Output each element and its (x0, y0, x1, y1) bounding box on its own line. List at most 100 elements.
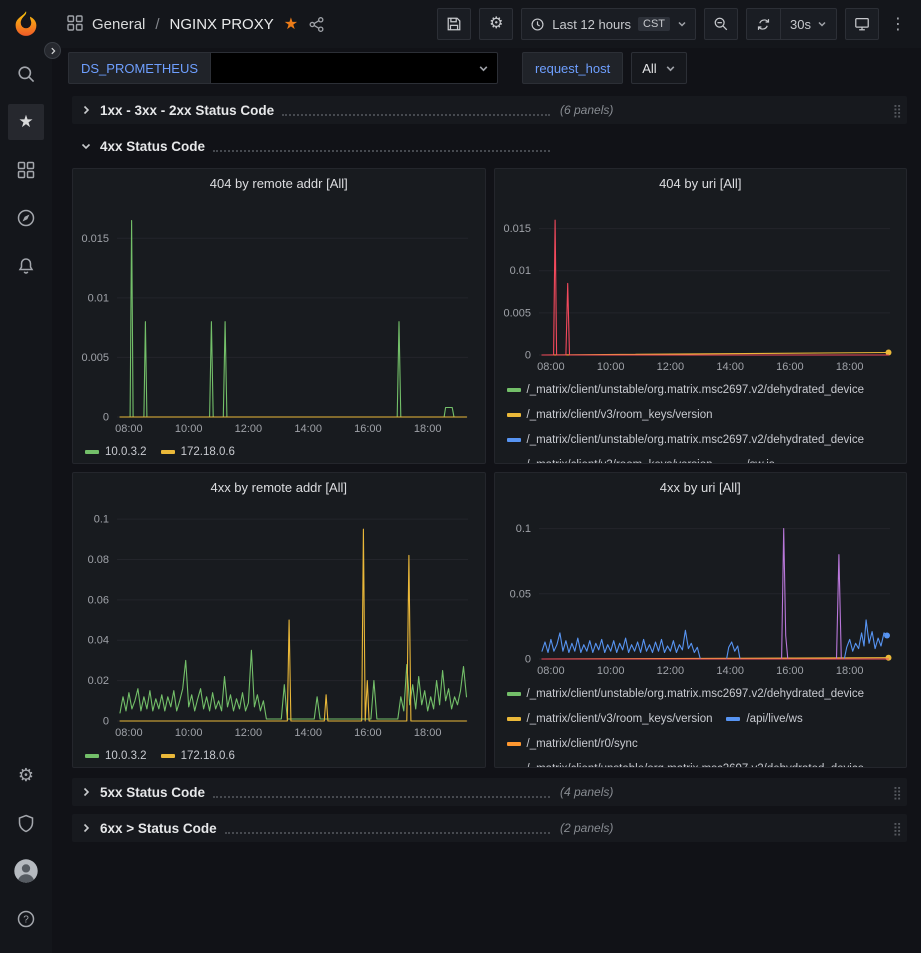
svg-text:12:00: 12:00 (235, 423, 263, 435)
dashboard-settings-button[interactable]: ⚙ (479, 8, 513, 40)
panels-grid: 404 by remote addr [All] 0 0.005 0.01 0.015… (72, 168, 907, 768)
row-title: 1xx - 3xx - 2xx Status Code (100, 103, 274, 118)
svg-text:14:00: 14:00 (294, 727, 322, 739)
legend-item[interactable]: /sw.js (726, 452, 774, 464)
legend-item[interactable]: /_matrix/client/unstable/org.matrix.msc2… (507, 681, 865, 706)
legend-item[interactable]: /_matrix/client/unstable/org.matrix.msc2… (507, 377, 865, 402)
legend-item[interactable]: /api/live/ws (726, 706, 802, 731)
svg-text:16:00: 16:00 (776, 665, 804, 677)
profile-avatar[interactable] (8, 853, 44, 889)
favorite-star-icon[interactable]: ★ (284, 14, 298, 34)
grafana-logo[interactable] (11, 9, 41, 42)
datasource-label[interactable]: DS_PROMETHEUS (68, 52, 210, 84)
legend-item[interactable]: /_matrix/client/v3/room_keys/version (507, 452, 713, 464)
chart-canvas[interactable]: 00.0050.010.01508:0010:0012:0014:0016:00… (73, 197, 485, 437)
apps-grid-icon (66, 14, 84, 35)
explore-compass-icon[interactable] (8, 200, 44, 236)
legend-item[interactable]: /_matrix/client/r0/sync (507, 731, 638, 756)
chart-canvas[interactable]: 00.020.040.060.080.108:0010:0012:0014:00… (73, 501, 485, 741)
breadcrumb-separator: / (155, 16, 159, 33)
row-drag-handle[interactable]: ⣿ (892, 822, 901, 835)
svg-text:18:00: 18:00 (414, 727, 442, 739)
svg-text:0.005: 0.005 (503, 307, 531, 319)
alerting-bell-icon[interactable] (8, 248, 44, 284)
request-host-label[interactable]: request_host (522, 52, 623, 84)
chart-canvas[interactable]: 00.0050.010.01508:0010:0012:0014:0016:00… (495, 197, 907, 375)
svg-text:0: 0 (103, 716, 109, 728)
panel-title[interactable]: 404 by uri [All] (495, 169, 907, 197)
legend-item[interactable]: 10.0.3.2 (85, 439, 147, 464)
dotted-leader (225, 823, 550, 834)
legend-item[interactable]: /_matrix/client/unstable/org.matrix.msc2… (507, 427, 865, 452)
legend-item[interactable]: 172.18.0.6 (161, 439, 235, 464)
svg-text:12:00: 12:00 (656, 361, 684, 373)
search-icon[interactable] (8, 56, 44, 92)
chevron-down-icon (478, 63, 489, 74)
cycle-view-mode-button[interactable] (845, 8, 879, 40)
zoom-out-button[interactable] (704, 8, 738, 40)
help-icon[interactable]: ? (8, 901, 44, 937)
legend-label: 172.18.0.6 (181, 446, 235, 458)
legend-item[interactable]: 172.18.0.6 (161, 743, 235, 768)
datasource-value-select[interactable] (210, 52, 498, 84)
svg-text:14:00: 14:00 (716, 361, 744, 373)
row-1xx-3xx-2xx-status-code[interactable]: 1xx - 3xx - 2xx Status Code (6 panels) ⣿ (72, 96, 907, 124)
chevron-down-icon (80, 140, 92, 152)
svg-text:16:00: 16:00 (354, 727, 382, 739)
row-title: 5xx Status Code (100, 785, 205, 800)
chart-canvas[interactable]: 00.050.108:0010:0012:0014:0016:0018:00 (495, 501, 907, 679)
svg-text:0.05: 0.05 (509, 588, 530, 600)
row-6xx-status-code[interactable]: 6xx > Status Code (2 panels) ⣿ (72, 814, 907, 842)
request-host-value: All (642, 61, 656, 76)
panel-title[interactable]: 404 by remote addr [All] (73, 169, 485, 197)
svg-text:0.1: 0.1 (94, 514, 109, 526)
row-5xx-status-code[interactable]: 5xx Status Code (4 panels) ⣿ (72, 778, 907, 806)
kebab-menu-icon[interactable]: ⋮ (887, 8, 909, 40)
breadcrumb-section[interactable]: General (92, 16, 145, 33)
chevron-right-icon (80, 104, 92, 116)
legend-item[interactable]: 10.0.3.2 (85, 743, 147, 768)
svg-text:14:00: 14:00 (716, 665, 744, 677)
series-color-swatch (161, 754, 175, 758)
legend: 10.0.3.2 172.18.0.6 (73, 437, 485, 464)
svg-text:0.1: 0.1 (515, 523, 530, 535)
save-dashboard-button[interactable] (437, 8, 471, 40)
svg-text:08:00: 08:00 (115, 727, 143, 739)
starred-dashboards-icon[interactable]: ★ (8, 104, 44, 140)
time-range-picker[interactable]: Last 12 hours CST (521, 8, 696, 40)
panel-title[interactable]: 4xx by uri [All] (495, 473, 907, 501)
row-title: 6xx > Status Code (100, 821, 217, 836)
row-4xx-status-code[interactable]: 4xx Status Code (72, 132, 907, 160)
chevron-right-icon (80, 822, 92, 834)
refresh-interval-dropdown[interactable]: 30s (780, 9, 836, 39)
legend-item[interactable]: /_matrix/client/v3/room_keys/version (507, 402, 713, 427)
dashboard-title[interactable]: NGINX PROXY (170, 16, 274, 33)
row-title: 4xx Status Code (100, 139, 205, 154)
chevron-down-icon (665, 63, 676, 74)
sidebar: ★ ⚙ (0, 0, 52, 953)
series-color-swatch (85, 754, 99, 758)
sidebar-bottom: ⚙ ? (8, 757, 44, 953)
dashboards-icon[interactable] (8, 152, 44, 188)
configuration-gear-icon[interactable]: ⚙ (8, 757, 44, 793)
row-drag-handle[interactable]: ⣿ (892, 104, 901, 117)
legend-item[interactable]: /_matrix/client/unstable/org.matrix.msc2… (507, 756, 865, 768)
svg-text:18:00: 18:00 (414, 423, 442, 435)
series-color-swatch (85, 450, 99, 454)
svg-text:0.015: 0.015 (81, 233, 109, 245)
request-host-value-select[interactable]: All (631, 52, 686, 84)
refresh-button[interactable] (747, 9, 780, 39)
svg-text:08:00: 08:00 (115, 423, 143, 435)
panel-title[interactable]: 4xx by remote addr [All] (73, 473, 485, 501)
server-admin-shield-icon[interactable] (8, 805, 44, 841)
row-drag-handle[interactable]: ⣿ (892, 786, 901, 799)
series-color-swatch (161, 450, 175, 454)
expand-sidebar-button[interactable] (44, 42, 61, 59)
legend-item[interactable]: /_matrix/client/v3/room_keys/version (507, 706, 713, 731)
share-icon[interactable] (308, 16, 325, 33)
svg-text:10:00: 10:00 (596, 361, 624, 373)
series-color-swatch (507, 388, 521, 392)
svg-text:0.01: 0.01 (88, 292, 109, 304)
legend: /_matrix/client/unstable/org.matrix.msc2… (495, 375, 907, 464)
legend-label: /_matrix/client/r0/sync (527, 738, 638, 750)
